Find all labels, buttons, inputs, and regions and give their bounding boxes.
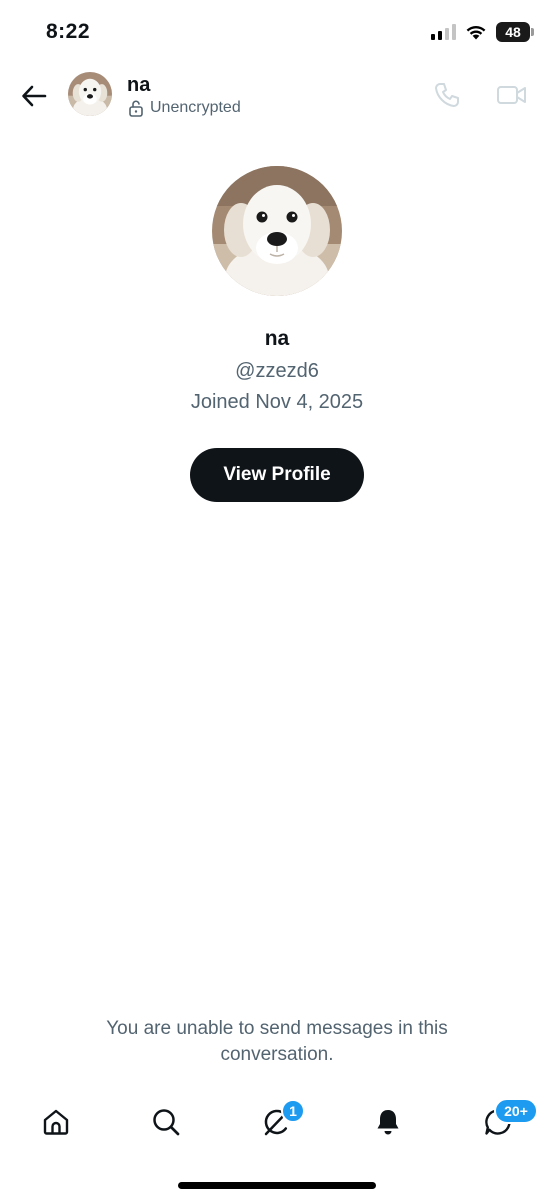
phone-icon [435,83,459,107]
nav-home[interactable] [36,1102,76,1142]
voice-call-button[interactable] [430,78,464,112]
unable-to-message-notice: You are unable to send messages in this … [106,1018,448,1065]
battery-level: 48 [505,24,521,40]
home-indicator[interactable] [178,1182,376,1189]
bell-icon [377,1110,399,1135]
header-avatar[interactable] [68,72,112,116]
profile-handle: @zzezd6 [235,360,319,382]
battery-icon: 48 [496,22,534,42]
video-camera-icon [497,86,526,104]
status-bar: 8:22 48 [0,0,554,64]
profile-avatar[interactable] [212,166,342,296]
header-name[interactable]: na [127,74,150,97]
status-icons: 48 [431,22,534,42]
home-icon [43,1109,69,1135]
dog-avatar-image [68,72,112,116]
unlock-icon [129,99,143,117]
video-call-button[interactable] [494,78,530,112]
bottom-navigation [0,1090,554,1154]
encryption-label: Unencrypted [150,99,241,116]
dog-avatar-image [212,166,342,296]
encryption-status: Unencrypted [128,99,241,117]
arrow-left-icon [22,85,47,107]
messages-badge: 20+ [494,1098,538,1124]
nav-search[interactable] [146,1102,186,1142]
wifi-icon [466,25,486,40]
profile-name: na [264,327,290,350]
search-icon [153,1109,180,1136]
grok-badge: 1 [281,1099,305,1123]
status-time: 8:22 [46,20,91,43]
conversation-header: na Unencrypted [0,64,554,128]
nav-notifications[interactable] [368,1102,408,1142]
view-profile-button[interactable]: View Profile [190,448,364,502]
profile-joined-date: Joined Nov 4, 2025 [190,391,364,413]
cellular-signal-icon [431,24,456,40]
back-button[interactable] [14,76,54,116]
